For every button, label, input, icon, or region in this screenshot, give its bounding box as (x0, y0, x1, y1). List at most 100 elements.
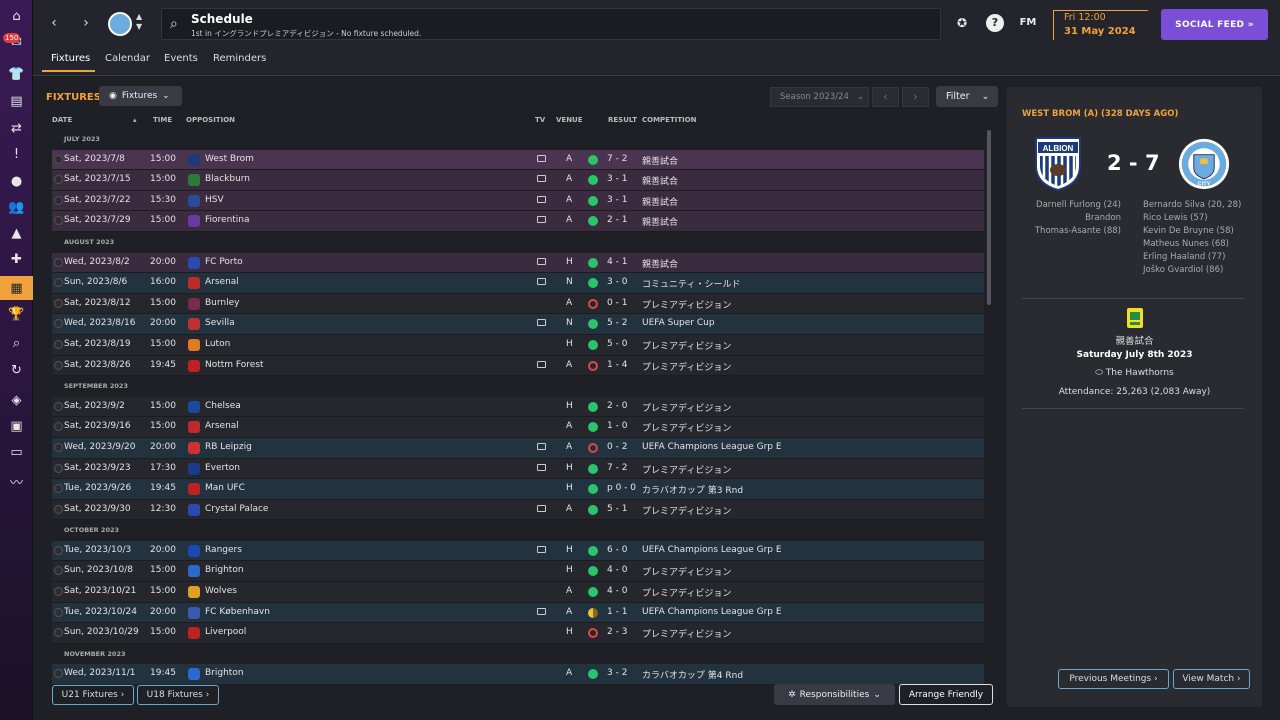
tab-events[interactable]: Events (164, 53, 198, 64)
fixture-result[interactable]: 2 - 0 (607, 401, 627, 411)
fixture-row[interactable]: Wed, 2023/11/1 19:45 Brighton A 3 - 2 カラバオカップ… (52, 664, 984, 684)
away-scorer[interactable]: Joško Gvardiol (86) (1143, 264, 1253, 277)
filter-button[interactable]: Filter ⌄ (936, 86, 998, 107)
fixture-competition[interactable]: プレミアディビジョン (642, 298, 731, 311)
fixture-row[interactable]: Wed, 2023/8/16 20:00 Sevilla N 5 - 2 UEFA Sup… (52, 314, 984, 335)
col-opposition[interactable]: OPPOSITION (186, 116, 235, 124)
fixture-opponent[interactable]: Everton (205, 463, 240, 473)
fixture-competition[interactable]: プレミアディビジョン (642, 401, 731, 414)
fixture-row[interactable]: Sat, 2023/7/29 15:00 Fiorentina A 2 - 1 親善試合 (52, 211, 984, 232)
fixture-row[interactable]: Sat, 2023/8/19 15:00 Luton H 5 - 0 プレミアディビジョン (52, 334, 984, 356)
col-tv[interactable]: TV (535, 116, 545, 124)
view-match-button[interactable]: View Match › (1173, 669, 1250, 689)
fixture-row[interactable]: Tue, 2023/10/24 20:00 FC København A 1 - 1 UE… (52, 602, 984, 624)
col-result[interactable]: RESULT (608, 116, 637, 124)
club-switch-icon[interactable]: ▲ ▼ (136, 12, 142, 32)
fixture-result[interactable]: 1 - 4 (607, 360, 627, 370)
col-date[interactable]: DATE (52, 116, 72, 124)
fixture-competition[interactable]: プレミアディビジョン (642, 627, 731, 640)
row-select-checkbox[interactable] (54, 504, 63, 514)
fixture-opponent[interactable]: Liverpool (205, 627, 246, 637)
row-select-checkbox[interactable] (54, 484, 63, 494)
fixture-result[interactable]: 4 - 0 (607, 586, 627, 596)
row-select-checkbox[interactable] (54, 628, 63, 638)
fixture-opponent[interactable]: Burnley (205, 298, 240, 308)
row-select-checkbox[interactable] (54, 257, 63, 267)
fixture-competition[interactable]: 親善試合 (642, 195, 678, 208)
ball-icon[interactable]: ● (0, 169, 33, 193)
next-season-button[interactable]: › (902, 87, 929, 107)
game-date[interactable]: Fri 12:00 31 May 2024 (1053, 10, 1148, 40)
back-icon[interactable]: ‹ (44, 13, 64, 33)
row-select-checkbox[interactable] (54, 669, 63, 679)
fixture-result[interactable]: p 0 - 0 (607, 483, 636, 493)
row-select-checkbox[interactable] (54, 360, 63, 370)
fixture-opponent[interactable]: Crystal Palace (205, 504, 268, 514)
fixture-result[interactable]: 1 - 0 (607, 421, 627, 431)
fixture-opponent[interactable]: Nottm Forest (205, 360, 264, 370)
col-time[interactable]: TIME (153, 116, 172, 124)
fixture-result[interactable]: 7 - 2 (607, 154, 627, 164)
fixture-row[interactable]: Sat, 2023/7/22 15:30 HSV A 3 - 1 親善試合 (52, 190, 984, 212)
fixture-opponent[interactable]: Fiorentina (205, 215, 250, 225)
fixture-row[interactable]: Sun, 2023/10/29 15:00 Liverpool H 2 - 3 プレミアデ… (52, 623, 984, 644)
fixture-result[interactable]: 4 - 0 (607, 565, 627, 575)
club-icon[interactable]: ◈ (0, 388, 33, 412)
fixture-result[interactable]: 0 - 2 (607, 442, 627, 452)
fixture-competition[interactable]: 親善試合 (642, 154, 678, 167)
transfers-icon[interactable]: ⇄ (0, 116, 33, 140)
fixture-row[interactable]: Wed, 2023/9/20 20:00 RB Leipzig A 0 - 2 UEFA … (52, 437, 984, 459)
staff-icon[interactable]: 👥 (0, 195, 33, 219)
schedule-icon[interactable]: ▦ (0, 276, 33, 300)
u21-fixtures-button[interactable]: U21 Fixtures › (52, 685, 134, 705)
arrange-friendly-button[interactable]: Arrange Friendly (899, 684, 993, 705)
row-select-checkbox[interactable] (54, 401, 63, 411)
fixture-row[interactable]: Tue, 2023/10/3 20:00 Rangers H 6 - 0 UEFA Cha… (52, 540, 984, 562)
fixture-competition[interactable]: プレミアディビジョン (642, 565, 731, 578)
fixture-result[interactable]: 1 - 1 (607, 607, 627, 617)
fixture-row[interactable]: Sun, 2023/10/8 15:00 Brighton H 4 - 0 プレミアディビ… (52, 561, 984, 583)
row-select-checkbox[interactable] (54, 566, 63, 576)
fixture-competition[interactable]: 親善試合 (642, 257, 678, 270)
fixture-competition[interactable]: カラバオカップ 第4 Rnd (642, 668, 743, 681)
reports-icon[interactable]: ! (0, 142, 33, 166)
fixture-competition[interactable]: カラバオカップ 第3 Rnd (642, 483, 743, 496)
away-scorer[interactable]: Rico Lewis (57) (1143, 212, 1253, 225)
fixture-competition[interactable]: UEFA Champions League Grp E (642, 545, 782, 555)
away-scorer[interactable]: Bernardo Silva (20, 28) (1143, 199, 1253, 212)
fixture-opponent[interactable]: West Brom (205, 154, 254, 164)
fixture-opponent[interactable]: Brighton (205, 565, 244, 575)
fixture-competition[interactable]: 親善試合 (642, 174, 678, 187)
fixture-competition[interactable]: コミュニティ・シールド (642, 277, 740, 290)
club-crest-icon[interactable] (108, 12, 132, 36)
home-scorer[interactable]: Darnell Furlong (24) (1017, 199, 1121, 212)
fixture-result[interactable]: 6 - 0 (607, 545, 627, 555)
season-selector[interactable]: Season 2023/24 ⌄ (770, 87, 869, 107)
fixture-competition[interactable]: プレミアディビジョン (642, 360, 731, 373)
finance-icon[interactable]: ▣ (0, 414, 33, 438)
col-venue[interactable]: VENUE (556, 116, 583, 124)
row-select-checkbox[interactable] (54, 216, 63, 226)
fixture-competition[interactable]: プレミアディビジョン (642, 421, 731, 434)
tickets-icon[interactable]: ▭ (0, 440, 33, 464)
fixture-opponent[interactable]: FC København (205, 607, 270, 617)
fixture-row[interactable]: Sat, 2023/7/8 15:00 West Brom A 7 - 2 親善試合 (52, 149, 984, 171)
social-feed-button[interactable]: SOCIAL FEED » (1161, 9, 1268, 40)
fixture-opponent[interactable]: HSV (205, 195, 224, 205)
row-select-checkbox[interactable] (54, 278, 63, 288)
previous-meetings-button[interactable]: Previous Meetings › (1058, 669, 1169, 689)
fixture-result[interactable]: 5 - 1 (607, 504, 627, 514)
scouting-icon[interactable]: ⌕ (0, 331, 33, 355)
home-scorer[interactable]: Brandon (1017, 212, 1121, 225)
fixture-competition[interactable]: UEFA Champions League Grp E (642, 442, 782, 452)
fixture-row[interactable]: Sat, 2023/10/21 15:00 Wolves A 4 - 0 プレミアディビジ… (52, 582, 984, 603)
home-icon[interactable]: ⌂ (0, 4, 33, 28)
row-select-checkbox[interactable] (54, 319, 63, 329)
fixture-row[interactable]: Sat, 2023/8/12 15:00 Burnley A 0 - 1 プレミアディビジ… (52, 293, 984, 315)
analysis-icon[interactable]: 〰 (0, 469, 33, 493)
tab-calendar[interactable]: Calendar (105, 53, 150, 64)
row-select-checkbox[interactable] (54, 175, 63, 185)
tab-reminders[interactable]: Reminders (213, 53, 266, 64)
fixture-opponent[interactable]: Chelsea (205, 401, 241, 411)
fixture-opponent[interactable]: Arsenal (205, 421, 239, 431)
